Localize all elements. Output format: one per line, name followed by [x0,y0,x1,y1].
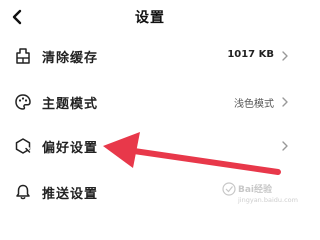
jingyan-watermark-logo: Bai经验 jingyan.baidu.com [222,182,298,204]
header-bar: 设置 [0,0,300,34]
svg-text:jingyan.baidu.com: jingyan.baidu.com [237,196,298,204]
settings-item-preferences[interactable]: 偏好设置 [0,126,300,166]
chevron-right-icon [282,141,288,151]
broom-icon [16,48,30,64]
settings-item-clear-cache[interactable]: 清除缓存 1017 KB [0,36,300,76]
cache-size-value: 1017 KB [227,49,274,60]
settings-item-label: 偏好设置 [42,141,99,156]
settings-item-label: 清除缓存 [42,51,99,66]
settings-item-label: 推送设置 [42,187,99,202]
svg-text:Bai经验: Bai经验 [238,183,273,195]
page-title: 设置 [135,10,165,26]
theme-mode-value: 浅色模式 [234,99,274,110]
bell-icon [16,184,30,200]
settings-item-theme-mode[interactable]: 主题模式 浅色模式 [0,82,300,122]
chevron-right-icon [282,51,288,61]
preference-icon [15,138,31,154]
chevron-right-icon [282,97,288,107]
settings-item-label: 主题模式 [42,97,99,112]
palette-icon [15,94,31,110]
